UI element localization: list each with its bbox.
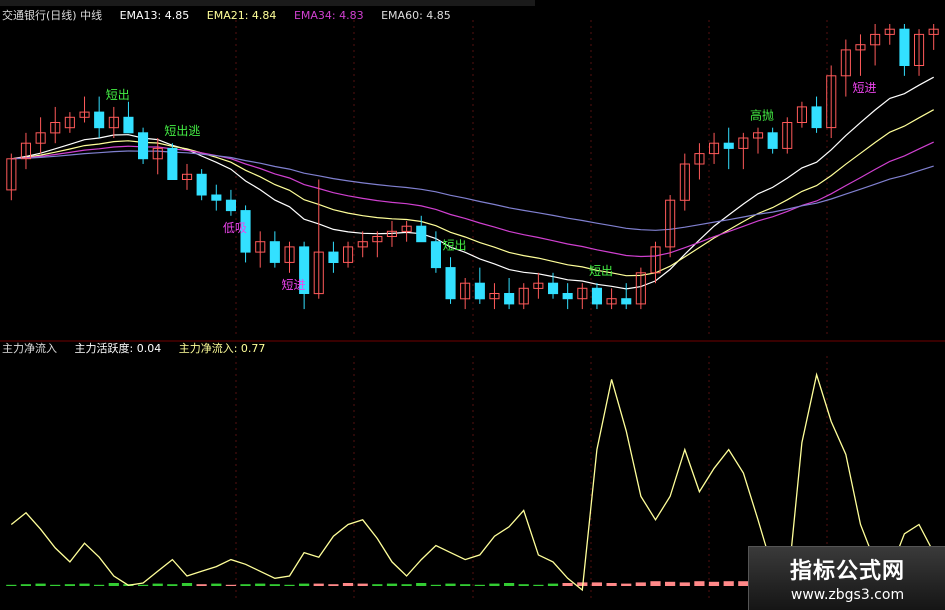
flow-bar	[445, 583, 456, 586]
flow-bar	[94, 584, 105, 586]
candle-body	[94, 111, 105, 129]
flow-bar	[211, 583, 222, 586]
signal-label: 短出	[443, 238, 467, 252]
flow-bar	[665, 581, 676, 586]
flow-bar	[533, 584, 544, 586]
candle-body	[196, 173, 207, 196]
flow-bar	[430, 584, 441, 586]
candle-body	[548, 282, 559, 295]
candle-body	[328, 251, 339, 264]
flow-bar	[342, 583, 354, 586]
flow-bar	[50, 584, 61, 586]
price-panel-header: 交通银行(日线) 中线 EMA13: 4.85 EMA21: 4.84 EMA3…	[2, 9, 451, 22]
signal-label: 低吸	[223, 221, 247, 235]
candle-body	[445, 267, 456, 300]
flow-bar	[562, 583, 573, 586]
flow-bar	[489, 583, 500, 586]
signal-label: 短出逃	[164, 124, 200, 138]
flow-bar	[167, 584, 178, 586]
flow-bar	[313, 583, 324, 586]
candle-body	[811, 106, 822, 129]
watermark-title: 指标公式网	[789, 559, 905, 584]
candle-body	[430, 241, 441, 269]
flow-bar	[152, 583, 163, 586]
candle-body	[167, 147, 178, 180]
flow-bar	[255, 583, 266, 586]
signal-label: 短出	[589, 264, 613, 278]
flow-bar	[416, 583, 427, 586]
candle-body	[474, 282, 485, 300]
flow-bar	[357, 583, 368, 586]
flow-bar	[694, 581, 705, 586]
flow-bar	[708, 581, 720, 586]
signal-label: 短出	[106, 88, 130, 102]
flow-bar	[679, 582, 690, 586]
period-mode: 中线	[80, 9, 103, 22]
flow-bar	[181, 583, 193, 586]
candle-body	[138, 132, 149, 160]
flow-bar	[738, 581, 749, 586]
flow-bar	[723, 581, 734, 586]
flow-bar	[474, 584, 485, 586]
signal-label: 短进	[281, 278, 305, 292]
flow-bar	[225, 584, 236, 586]
flow-bar	[20, 584, 31, 586]
flow-bar	[460, 584, 471, 586]
flow-bar	[650, 581, 661, 586]
flow-bar	[621, 583, 632, 586]
flow-bar	[196, 584, 207, 586]
flow-bar	[138, 584, 149, 586]
flow-bar	[591, 582, 602, 586]
flow-bar	[240, 584, 251, 586]
kline-chart: 短出短出逃低吸短进短出短出高抛短进	[0, 20, 945, 600]
flow-bar	[328, 584, 339, 586]
stock-name: 交通银行(日线)	[2, 9, 77, 22]
activity-readout: 主力活跃度: 0.04	[74, 342, 162, 355]
flow-bar	[269, 584, 280, 586]
flow-bar	[6, 584, 17, 586]
flow-bar	[372, 584, 383, 586]
ema13-readout: EMA13: 4.85	[119, 9, 190, 22]
flow-bar	[635, 582, 646, 586]
flow-bar	[386, 583, 398, 586]
candle-body	[416, 225, 427, 243]
net-inflow-readout: 主力净流入: 0.77	[178, 342, 266, 355]
flow-bar	[284, 584, 295, 586]
candle-body	[562, 293, 573, 300]
candle-body	[269, 241, 280, 263]
candle-body	[591, 287, 603, 305]
ema34-readout: EMA34: 4.83	[293, 9, 364, 22]
candle-body	[123, 116, 134, 134]
flow-bar	[606, 583, 617, 586]
flow-bar	[547, 583, 559, 586]
flow-bar	[504, 583, 515, 586]
flow-bar	[299, 583, 310, 586]
flow-bar	[518, 584, 529, 586]
candle-body	[504, 293, 515, 305]
candle-body	[899, 28, 910, 66]
candle-body	[767, 132, 778, 149]
flow-bar	[79, 583, 90, 586]
ema60-readout: EMA60: 4.85	[381, 9, 451, 22]
flow-bar	[64, 584, 75, 586]
candle-body	[225, 199, 236, 212]
candle-body	[211, 194, 222, 201]
ema21-readout: EMA21: 4.84	[206, 9, 277, 22]
candle-body	[621, 298, 632, 305]
flow-bar	[108, 583, 119, 586]
flow-bar	[35, 583, 46, 586]
indicator-panel-header: 主力净流入 主力活跃度: 0.04 主力净流入: 0.77	[2, 342, 265, 355]
signal-label: 短进	[852, 81, 876, 95]
site-watermark: 指标公式网 www.zbgs3.com	[748, 546, 945, 610]
indicator-name: 主力净流入	[2, 342, 57, 355]
candle-body	[723, 142, 734, 149]
flow-bar	[401, 584, 412, 586]
signal-label: 高抛	[750, 108, 774, 123]
watermark-url: www.zbgs3.com	[790, 587, 905, 603]
